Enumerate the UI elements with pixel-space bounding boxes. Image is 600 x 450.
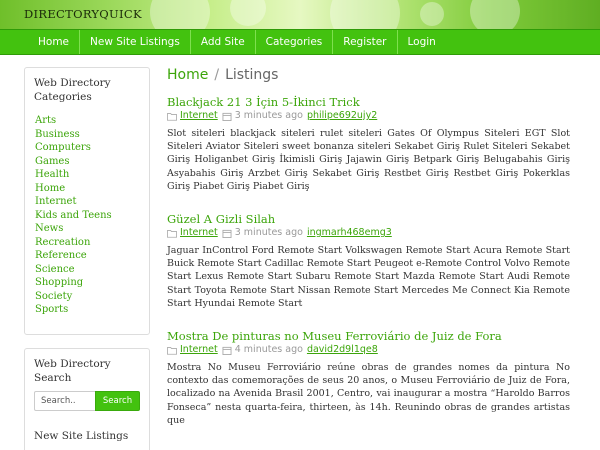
listing-time: 3 minutes ago — [234, 227, 303, 238]
categories-title: Web Directory Categories — [34, 77, 111, 103]
folder-icon — [167, 229, 177, 238]
listing-description: Jaguar InControl Ford Remote Start Volks… — [167, 245, 570, 309]
category-link[interactable]: Kids and Teens — [35, 209, 112, 223]
category-link[interactable]: Science — [35, 263, 112, 277]
category-link[interactable]: News — [35, 222, 112, 236]
listing-category-link[interactable]: Internet — [180, 344, 218, 356]
calendar-icon — [222, 346, 232, 355]
listing-meta: Internet 3 minutes ago ingmarh468emg3 — [167, 227, 570, 239]
listing-item: Güzel A Gizli Silah Internet 3 minutes a… — [167, 212, 570, 310]
listing-category-link[interactable]: Internet — [180, 227, 218, 239]
listing-time: 3 minutes ago — [234, 110, 303, 121]
listing-category-link[interactable]: Internet — [180, 110, 218, 122]
listing-item: Mostra De pinturas no Museu Ferroviário … — [167, 329, 570, 427]
category-link[interactable]: Health — [35, 168, 112, 182]
main-navbar: Home New Site Listings Add Site Categori… — [0, 29, 600, 55]
new-listings-title: New Site Listings — [34, 430, 129, 442]
listing-user-link[interactable]: ingmarh468emg3 — [307, 227, 392, 239]
nav-register[interactable]: Register — [333, 30, 398, 54]
categories-panel: Web Directory Categories Arts Business C… — [24, 67, 150, 335]
category-link[interactable]: Recreation — [35, 236, 112, 250]
listing-description: Slot siteleri blackjack siteleri rulet s… — [167, 128, 570, 192]
listing-title[interactable]: Güzel A Gizli Silah — [167, 212, 570, 226]
listing-title[interactable]: Mostra De pinturas no Museu Ferroviário … — [167, 329, 570, 343]
category-link[interactable]: Home — [35, 182, 112, 196]
breadcrumb-current: Listings — [225, 67, 279, 83]
listing-description: Mostra No Museu Ferroviário reúne obras … — [167, 362, 570, 426]
header-banner: DIRECTORYQUICK — [0, 0, 600, 29]
nav-new-site-listings[interactable]: New Site Listings — [80, 30, 191, 54]
listing-user-link[interactable]: david2d9l1qe8 — [307, 344, 378, 356]
category-link[interactable]: Shopping — [35, 276, 112, 290]
category-link[interactable]: Reference — [35, 249, 112, 263]
breadcrumb: Home / Listings — [167, 67, 278, 83]
category-link[interactable]: Internet — [35, 195, 112, 209]
search-button[interactable]: Search — [95, 391, 140, 411]
listing-meta: Internet 4 minutes ago david2d9l1qe8 — [167, 344, 570, 356]
category-link[interactable]: Computers — [35, 141, 112, 155]
listing-meta: Internet 3 minutes ago philipe692ujy2 — [167, 110, 570, 122]
search-input[interactable] — [34, 391, 96, 411]
nav-categories[interactable]: Categories — [256, 30, 334, 54]
breadcrumb-home[interactable]: Home — [167, 67, 208, 83]
search-title: Web Directory Search — [34, 358, 111, 384]
nav-login[interactable]: Login — [398, 30, 446, 54]
folder-icon — [167, 112, 177, 121]
listing-item: Blackjack 21 3 İçin 5-İkinci Trick Inter… — [167, 95, 570, 193]
calendar-icon — [222, 112, 232, 121]
category-link[interactable]: Sports — [35, 303, 112, 317]
category-list: Arts Business Computers Games Health Hom… — [35, 114, 112, 317]
category-link[interactable]: Arts — [35, 114, 112, 128]
category-link[interactable]: Games — [35, 155, 112, 169]
site-title[interactable]: DIRECTORYQUICK — [24, 7, 142, 21]
search-panel: Web Directory Search Search New Site Lis… — [24, 348, 150, 450]
listing-time: 4 minutes ago — [234, 344, 303, 355]
listing-title[interactable]: Blackjack 21 3 İçin 5-İkinci Trick — [167, 95, 570, 109]
nav-add-site[interactable]: Add Site — [191, 30, 256, 54]
category-link[interactable]: Business — [35, 128, 112, 142]
calendar-icon — [222, 229, 232, 238]
breadcrumb-separator: / — [214, 67, 220, 83]
folder-icon — [167, 346, 177, 355]
nav-home[interactable]: Home — [28, 30, 81, 54]
listing-user-link[interactable]: philipe692ujy2 — [307, 110, 377, 122]
category-link[interactable]: Society — [35, 290, 112, 304]
